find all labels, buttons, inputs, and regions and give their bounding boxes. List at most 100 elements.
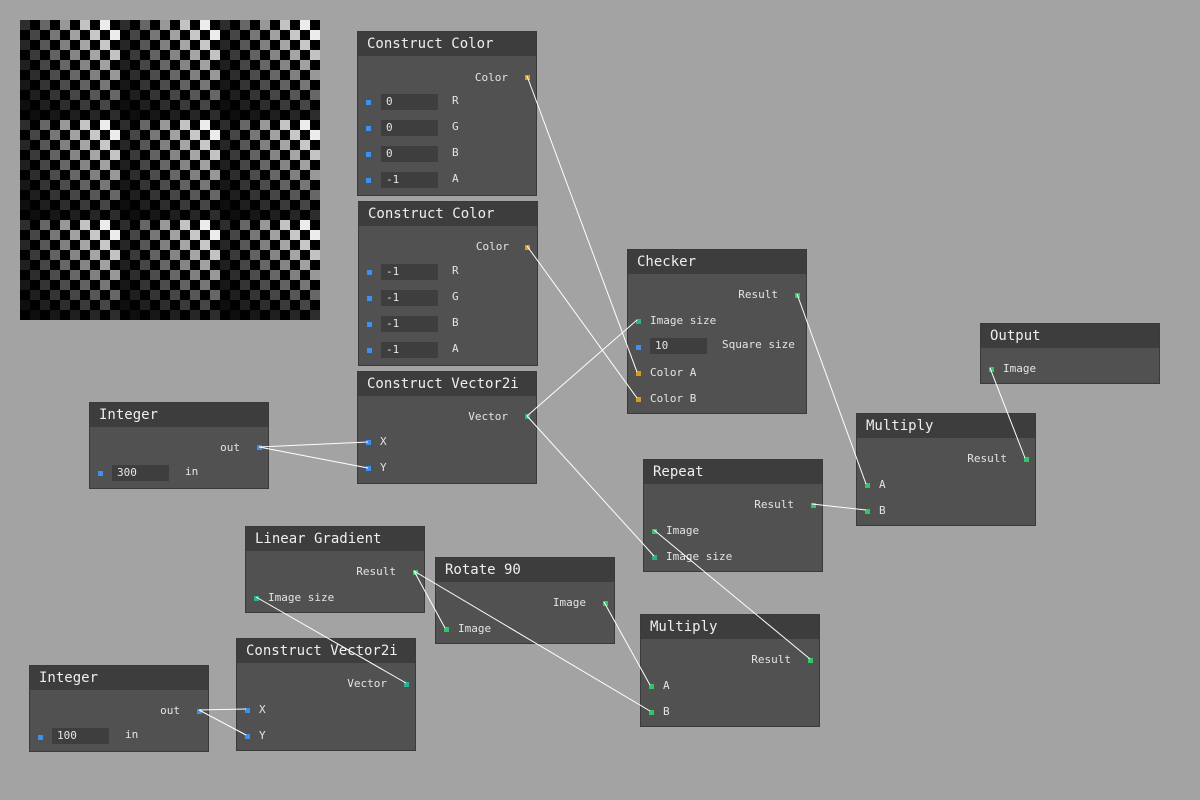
repeat-node[interactable]: Repeat Result Image Image size [643, 459, 823, 572]
wire [526, 245, 638, 399]
image-output-port[interactable] [603, 601, 608, 606]
result-output-port[interactable] [1024, 457, 1029, 462]
output-node[interactable]: Output Image [980, 323, 1160, 384]
a-input-field[interactable]: -1 [381, 172, 438, 188]
image-size-input-port[interactable] [254, 596, 259, 601]
y-input-port[interactable] [366, 466, 371, 471]
b-input-field[interactable]: 0 [381, 146, 438, 162]
b-input-port[interactable] [649, 710, 654, 715]
node-title[interactable]: Output [981, 324, 1159, 348]
y-input-port[interactable] [245, 734, 250, 739]
node-title[interactable]: Linear Gradient [246, 527, 424, 551]
out-port[interactable] [197, 709, 202, 714]
node-title[interactable]: Construct Vector2i [237, 639, 415, 663]
color-output-label: Color [475, 240, 509, 253]
result-output-port[interactable] [413, 570, 418, 575]
image-output-label: Image [552, 596, 586, 609]
node-title[interactable]: Construct Color [359, 202, 537, 226]
node-title[interactable]: Multiply [641, 615, 819, 639]
rotate-90-node[interactable]: Rotate 90 Image Image [435, 557, 615, 644]
node-title[interactable]: Construct Vector2i [358, 372, 536, 396]
result-output-port[interactable] [795, 293, 800, 298]
image-size-label: Image size [268, 591, 335, 604]
g-input-port[interactable] [367, 296, 372, 301]
in-label: in [185, 465, 199, 478]
r-label: R [452, 94, 459, 107]
color-b-input-port[interactable] [636, 397, 641, 402]
out-label: out [160, 704, 180, 717]
in-port[interactable] [98, 471, 103, 476]
b-label: B [452, 316, 459, 329]
node-title[interactable]: Construct Color [358, 32, 536, 56]
checker-node[interactable]: Checker Result Image size 10 Square size… [627, 249, 807, 414]
result-output-label: Result [754, 498, 794, 511]
color-a-label: Color A [650, 366, 697, 379]
result-output-port[interactable] [808, 658, 813, 663]
color-a-input-port[interactable] [636, 371, 641, 376]
a-input-port[interactable] [366, 178, 371, 183]
a-label: A [452, 342, 459, 355]
image-input-port[interactable] [652, 529, 657, 534]
a-input-port[interactable] [649, 684, 654, 689]
integer-node-1[interactable]: Integer out 300 in [89, 402, 269, 489]
node-title[interactable]: Rotate 90 [436, 558, 614, 582]
node-title[interactable]: Multiply [857, 414, 1035, 438]
b-input-port[interactable] [865, 509, 870, 514]
construct-color-node-2[interactable]: Construct Color Color -1 R -1 G -1 B -1 … [358, 201, 538, 366]
out-port[interactable] [257, 445, 262, 450]
a-input-field[interactable]: -1 [381, 342, 438, 358]
wire [526, 415, 655, 557]
out-label: out [220, 441, 240, 454]
construct-color-node-1[interactable]: Construct Color Color 0 R 0 G 0 B -1 A [357, 31, 537, 196]
square-size-input-port[interactable] [636, 345, 641, 350]
color-output-port[interactable] [525, 75, 530, 80]
result-output-port[interactable] [811, 503, 816, 508]
node-title[interactable]: Repeat [644, 460, 822, 484]
square-size-label: Square size [722, 338, 795, 351]
b-input-field[interactable]: -1 [381, 316, 438, 332]
node-title[interactable]: Integer [90, 403, 268, 427]
x-input-port[interactable] [366, 440, 371, 445]
construct-vector2i-node-1[interactable]: Construct Vector2i Vector X Y [357, 371, 537, 484]
r-input-port[interactable] [367, 270, 372, 275]
a-input-port[interactable] [367, 348, 372, 353]
preview-image [20, 20, 320, 320]
r-input-port[interactable] [366, 100, 371, 105]
color-output-port[interactable] [525, 245, 530, 250]
square-size-field[interactable]: 10 [650, 338, 707, 354]
y-label: Y [380, 461, 387, 474]
image-size-input-port[interactable] [652, 555, 657, 560]
g-input-field[interactable]: -1 [381, 290, 438, 306]
vector-output-port[interactable] [404, 682, 409, 687]
b-input-port[interactable] [366, 152, 371, 157]
linear-gradient-node[interactable]: Linear Gradient Result Image size [245, 526, 425, 613]
in-value-field[interactable]: 100 [52, 728, 109, 744]
in-value-field[interactable]: 300 [112, 465, 169, 481]
image-size-input-port[interactable] [636, 319, 641, 324]
x-input-port[interactable] [245, 708, 250, 713]
b-label: B [452, 146, 459, 159]
vector-output-port[interactable] [525, 414, 530, 419]
g-input-port[interactable] [366, 126, 371, 131]
b-label: B [663, 705, 670, 718]
node-title[interactable]: Checker [628, 250, 806, 274]
in-port[interactable] [38, 735, 43, 740]
a-label: A [663, 679, 670, 692]
construct-vector2i-node-2[interactable]: Construct Vector2i Vector X Y [236, 638, 416, 751]
g-input-field[interactable]: 0 [381, 120, 438, 136]
a-label: A [879, 478, 886, 491]
in-label: in [125, 728, 139, 741]
multiply-node-2[interactable]: Multiply Result A B [640, 614, 820, 727]
image-input-port[interactable] [989, 367, 994, 372]
wire [258, 441, 369, 448]
color-output-label: Color [474, 71, 508, 84]
r-input-field[interactable]: 0 [381, 94, 438, 110]
a-input-port[interactable] [865, 483, 870, 488]
r-input-field[interactable]: -1 [381, 264, 438, 280]
b-input-port[interactable] [367, 322, 372, 327]
node-title[interactable]: Integer [30, 666, 208, 690]
integer-node-2[interactable]: Integer out 100 in [29, 665, 209, 752]
multiply-node-1[interactable]: Multiply Result A B [856, 413, 1036, 526]
image-input-port[interactable] [444, 627, 449, 632]
wire [526, 75, 638, 373]
